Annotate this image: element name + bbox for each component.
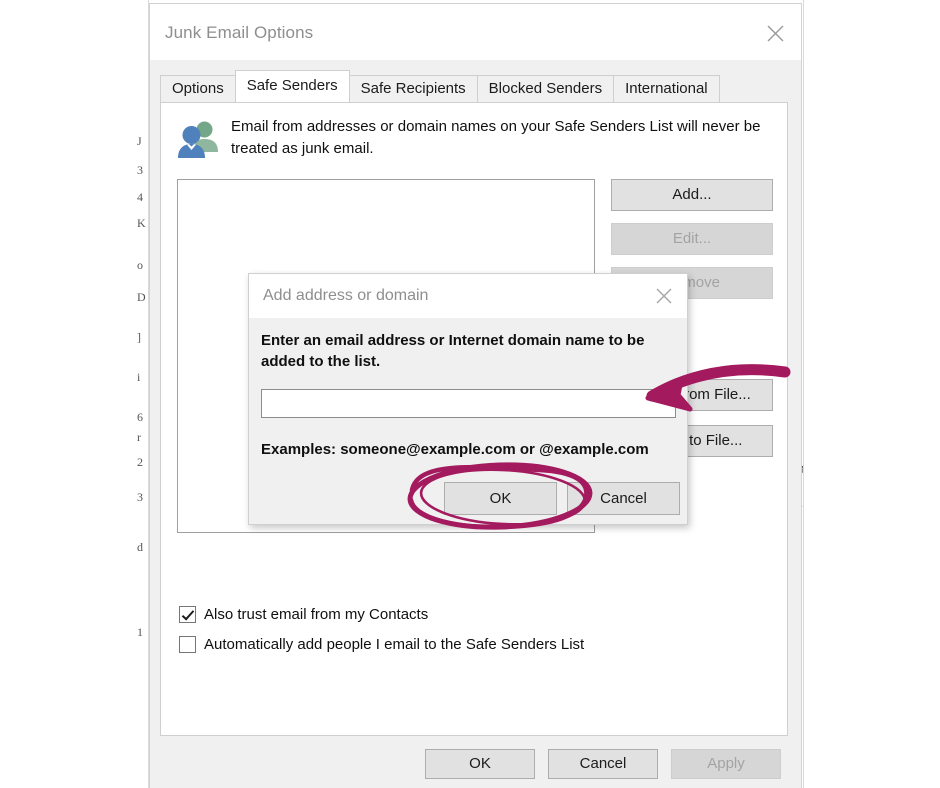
tab-label: Safe Recipients	[361, 80, 466, 97]
tab-international[interactable]: International	[613, 75, 720, 102]
background-left-rule	[148, 0, 149, 788]
footer-button-apply: Apply	[671, 749, 781, 779]
close-icon[interactable]	[649, 282, 679, 310]
background-text-fragment: 6	[137, 410, 147, 425]
background-text-fragment: d	[137, 540, 147, 555]
background-text-fragment: 1	[137, 625, 147, 640]
add-dialog-examples: Examples: someone@example.com or @exampl…	[261, 441, 649, 458]
add-dialog-ok-button[interactable]: OK	[444, 482, 557, 515]
tab-options[interactable]: Options	[160, 75, 236, 102]
checkbox-label: Automatically add people I email to the …	[204, 636, 584, 653]
checkmark-icon[interactable]	[179, 606, 196, 623]
tab-label: Safe Senders	[247, 77, 338, 94]
tab-safe-senders[interactable]: Safe Senders	[235, 70, 350, 102]
add-dialog-titlebar: Add address or domain	[249, 274, 687, 318]
add-address-or-domain-dialog: Add address or domain Enter an email add…	[248, 273, 688, 525]
close-icon[interactable]	[759, 18, 791, 48]
background-text-fragment: r	[137, 430, 147, 445]
tab-strip: Options Safe Senders Safe Recipients Blocke…	[160, 72, 719, 102]
background-text-fragment: D	[137, 290, 147, 305]
add-dialog-prompt: Enter an email address or Internet domai…	[261, 330, 676, 372]
background-text-fragment: J	[137, 134, 147, 149]
screenshot-root: J34KoD]i6r23d1))3srI Junk Email Options …	[0, 0, 940, 788]
dialog-titlebar: Junk Email Options	[150, 4, 801, 60]
background-text-fragment: 4	[137, 190, 147, 205]
side-button-add[interactable]: Add...	[611, 179, 773, 211]
background-text-fragment: i	[137, 370, 147, 385]
background-text-fragment: 3	[137, 490, 147, 505]
tab-label: International	[625, 80, 708, 97]
side-button-edit: Edit...	[611, 223, 773, 255]
footer-button-ok[interactable]: OK	[425, 749, 535, 779]
background-text-fragment: K	[137, 216, 147, 231]
background-text-fragment: ]	[137, 330, 147, 345]
add-dialog-input[interactable]	[261, 389, 676, 418]
background-right-rule	[803, 0, 804, 788]
background-text-fragment: 3	[137, 163, 147, 178]
checkbox-row-1[interactable]: Also trust email from my Contacts	[179, 603, 428, 625]
tab-safe-recipients[interactable]: Safe Recipients	[349, 75, 478, 102]
add-dialog-title: Add address or domain	[263, 287, 428, 305]
safe-senders-description: Email from addresses or domain names on …	[231, 116, 776, 160]
checkbox-row-2[interactable]: Automatically add people I email to the …	[179, 633, 584, 655]
footer-button-cancel[interactable]: Cancel	[548, 749, 658, 779]
add-dialog-cancel-button[interactable]: Cancel	[567, 482, 680, 515]
tab-label: Blocked Senders	[489, 80, 602, 97]
people-icon	[177, 119, 219, 159]
tab-blocked-senders[interactable]: Blocked Senders	[477, 75, 614, 102]
dialog-title: Junk Email Options	[165, 23, 313, 43]
checkbox-label: Also trust email from my Contacts	[204, 606, 428, 623]
tab-label: Options	[172, 80, 224, 97]
background-text-fragment: 2	[137, 455, 147, 470]
background-text-fragment: o	[137, 258, 147, 273]
checkbox-empty-icon[interactable]	[179, 636, 196, 653]
